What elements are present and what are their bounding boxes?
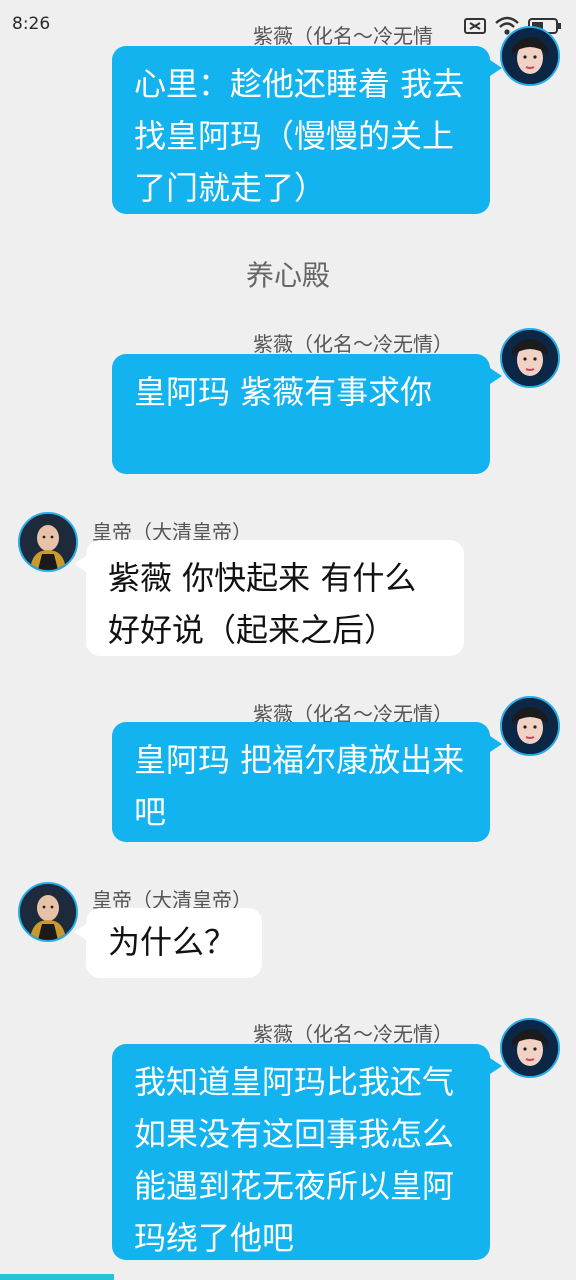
- message-bubble[interactable]: 皇阿玛 紫薇有事求你: [112, 354, 490, 474]
- message-bubble[interactable]: 心里：趁他还睡着 我去找皇阿玛（慢慢的关上了门就走了）: [112, 46, 490, 214]
- notification-icon: [464, 18, 486, 34]
- message-text: 皇阿玛 紫薇有事求你: [134, 373, 433, 411]
- avatar[interactable]: [18, 512, 78, 572]
- bubble-tail: [74, 924, 86, 940]
- location-divider: 养心殿: [245, 259, 330, 292]
- message-text: 我知道皇阿玛比我还气 如果没有这回事我怎么能遇到花无夜所以皇阿玛绕了他吧: [134, 1063, 455, 1257]
- bubble-tail: [74, 556, 86, 572]
- scroll-indicator: [0, 1274, 114, 1280]
- bubble-tail: [490, 60, 502, 76]
- avatar[interactable]: [500, 1018, 560, 1078]
- sender-name: 紫薇（化名～冷无情）: [253, 332, 453, 356]
- message-text: 为什么？: [108, 923, 237, 961]
- sender-name: 紫薇（化名～冷无情: [253, 24, 433, 48]
- bubble-tail: [490, 736, 502, 752]
- bubble-tail: [490, 1058, 502, 1074]
- message-bubble[interactable]: 为什么？: [86, 908, 262, 978]
- avatar[interactable]: [18, 882, 78, 942]
- status-time: 8:26: [12, 14, 51, 34]
- avatar[interactable]: [500, 26, 560, 86]
- sender-name: 紫薇（化名～冷无情）: [253, 1022, 453, 1046]
- message-text: 皇阿玛 把福尔康放出来吧: [134, 741, 465, 831]
- message-bubble[interactable]: 我知道皇阿玛比我还气 如果没有这回事我怎么能遇到花无夜所以皇阿玛绕了他吧: [112, 1044, 490, 1260]
- message-bubble[interactable]: 紫薇 你快起来 有什么好好说（起来之后）: [86, 540, 464, 656]
- message-text: 心里：趁他还睡着 我去找皇阿玛（慢慢的关上了门就走了）: [134, 65, 465, 207]
- avatar[interactable]: [500, 696, 560, 756]
- message-text: 紫薇 你快起来 有什么好好说（起来之后）: [108, 559, 417, 649]
- avatar[interactable]: [500, 328, 560, 388]
- message-bubble[interactable]: 皇阿玛 把福尔康放出来吧: [112, 722, 490, 842]
- bubble-tail: [490, 368, 502, 384]
